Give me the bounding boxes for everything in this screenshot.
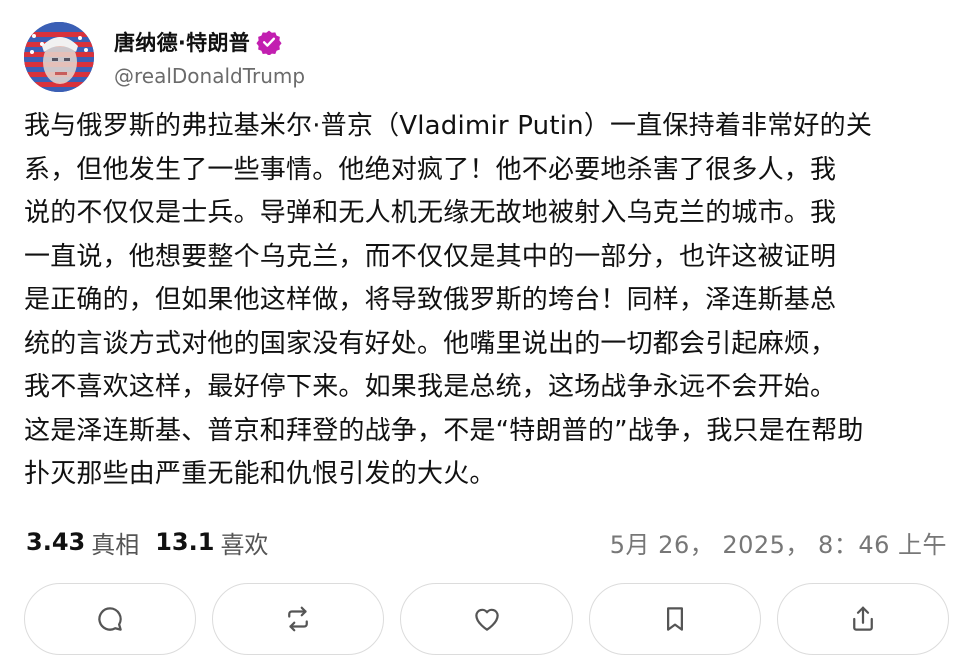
verified-badge-icon (256, 30, 282, 55)
reply-button[interactable] (24, 583, 197, 655)
author-handle[interactable]: @realDonaldTrump (114, 64, 305, 88)
retruths-label[interactable]: 真相 (91, 525, 139, 560)
retruth-button[interactable] (212, 583, 385, 655)
avatar-flag-portrait-icon (24, 22, 94, 92)
reply-icon (98, 607, 122, 631)
author-block: 唐纳德·特朗普 @realDonaldTrump (114, 28, 305, 88)
share-icon (853, 606, 873, 631)
bookmark-button[interactable] (588, 583, 761, 655)
post-line: 我与俄罗斯的弗拉基米尔·普京（Vladimir Putin）一直保持着非常好的关 (24, 111, 873, 141)
like-button[interactable] (400, 583, 573, 655)
heart-icon (474, 608, 499, 631)
post-line: 扑灭那些由严重无能和仇恨引发的大火。 (24, 459, 496, 489)
retruth-icon (288, 606, 309, 632)
post-line: 这是泽连斯基、普京和拜登的战争，不是“特朗普的”战争，我只是在帮助 (24, 415, 864, 446)
action-bar (24, 583, 950, 655)
likes-label[interactable]: 喜欢 (220, 525, 268, 560)
bookmark-icon (666, 607, 683, 631)
post-timestamp: 5月 26， 2025， 8：46 上午 (609, 530, 947, 559)
post-line: 说的不仅仅是士兵。导弹和无人机无缘无故地被射入乌克兰的城市。我 (24, 198, 837, 228)
avatar[interactable] (24, 22, 94, 92)
post-line: 统的言谈方式对他的国家没有好处。他嘴里说出的一切都会引起麻烦， (24, 328, 837, 359)
post-line: 是正确的，但如果他这样做，将导致俄罗斯的垮台！同样，泽连斯基总 (24, 285, 837, 315)
retruths-count[interactable]: 3.43 (26, 528, 85, 556)
author-name[interactable]: 唐纳德·特朗普 (114, 27, 250, 57)
post-line: 我不喜欢这样，最好停下来。如果我是总统，这场战争永远不会开始。 (24, 372, 837, 402)
post-line: 系，但他发生了一些事情。他绝对疯了！他不必要地杀害了很多人，我 (24, 154, 837, 185)
post-body: 我与俄罗斯的弗拉基米尔·普京（Vladimir Putin）一直保持着非常好的关… (24, 105, 949, 497)
post-header: 唐纳德·特朗普 @realDonaldTrump (24, 22, 924, 92)
post-line: 一直说，他想要整个乌克兰，而不仅仅是其中的一部分，也许这被证明 (24, 241, 837, 272)
post-stats: 3.43 真相 13.1 喜欢 5月 26， 2025， 8：46 上午 (26, 524, 947, 560)
likes-count[interactable]: 13.1 (155, 528, 214, 556)
share-button[interactable] (776, 583, 950, 655)
